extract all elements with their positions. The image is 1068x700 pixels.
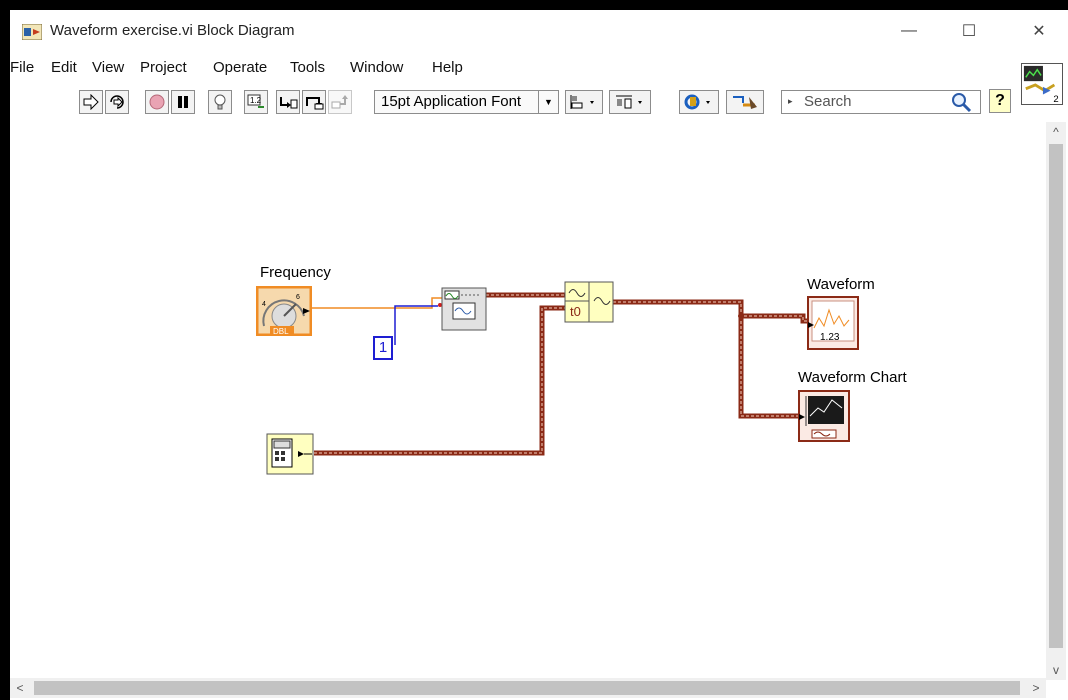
- search-expand-icon: ▸: [788, 96, 793, 106]
- search-placeholder: Search: [804, 93, 852, 110]
- step-out-icon: [331, 95, 348, 109]
- t0-label: t0: [570, 304, 581, 319]
- window-title: Waveform exercise.vi Block Diagram: [50, 22, 295, 39]
- distribute-objects-icon: [616, 95, 642, 109]
- reorder-button[interactable]: [679, 90, 719, 114]
- clean-up-diagram-button[interactable]: [726, 90, 764, 114]
- retain-wire-values-button[interactable]: 1.2: [244, 90, 268, 114]
- dropdown-arrow-icon: ▼: [538, 91, 558, 113]
- abort-button[interactable]: [145, 90, 169, 114]
- context-help-button[interactable]: ?: [989, 89, 1011, 113]
- align-objects-icon: [570, 95, 594, 109]
- step-into-icon: [280, 97, 298, 109]
- sine-waveform-node[interactable]: [441, 287, 487, 331]
- frequency-label: Frequency: [260, 264, 331, 281]
- menu-edit[interactable]: Edit: [51, 56, 77, 80]
- menu-operate[interactable]: Operate: [213, 56, 267, 80]
- highlight-execution-button[interactable]: [208, 90, 232, 114]
- menu-view[interactable]: View: [92, 56, 124, 80]
- horizontal-scrollbar[interactable]: < >: [10, 678, 1046, 698]
- numeric-constant[interactable]: 1: [373, 336, 393, 360]
- svg-text:4: 4: [262, 301, 266, 308]
- vertical-scrollbar[interactable]: ^ v: [1046, 122, 1066, 680]
- maximize-button[interactable]: ☐: [946, 16, 992, 46]
- wire-junction: [738, 313, 744, 319]
- retain-wire-values-icon: 1.2: [247, 94, 264, 108]
- menu-help[interactable]: Help: [432, 56, 463, 80]
- horizontal-scroll-thumb[interactable]: [34, 681, 1020, 695]
- pause-button[interactable]: [171, 90, 195, 114]
- run-arrow-icon: [83, 94, 99, 110]
- waveform-label: Waveform: [807, 276, 875, 293]
- timestamp-wire[interactable]: [314, 305, 565, 456]
- vi-icon: [22, 24, 42, 40]
- run-continuously-button[interactable]: [105, 90, 129, 114]
- distribute-objects-button[interactable]: [609, 90, 651, 114]
- menu-tools[interactable]: Tools: [290, 56, 325, 80]
- title-bar: Waveform exercise.vi Block Diagram — ☐ ✕: [10, 10, 1068, 50]
- scroll-right-icon[interactable]: >: [1026, 678, 1046, 698]
- get-date-time-node[interactable]: [266, 433, 314, 475]
- menu-file[interactable]: File: [10, 56, 34, 80]
- scroll-up-icon[interactable]: ^: [1046, 122, 1066, 142]
- scroll-down-icon[interactable]: v: [1046, 660, 1066, 680]
- clean-up-diagram-icon: [733, 96, 757, 109]
- text-settings-dropdown[interactable]: 15pt Application Font ▼: [374, 90, 559, 114]
- labview-window: Waveform exercise.vi Block Diagram — ☐ ✕…: [10, 10, 1068, 700]
- step-out-button[interactable]: [328, 90, 352, 114]
- block-diagram-canvas[interactable]: Frequency 4 6 DBL 1 t0 Waveform 1.23 Wav…: [10, 120, 1045, 680]
- reorder-icon: [684, 94, 710, 110]
- vertical-scroll-thumb[interactable]: [1049, 144, 1063, 648]
- waveform-chart-terminal[interactable]: [798, 390, 850, 442]
- menu-project[interactable]: Project: [140, 56, 187, 80]
- waveform-wire-3[interactable]: [738, 316, 802, 419]
- step-over-icon: [306, 97, 324, 110]
- frequency-type: DBL: [273, 327, 289, 336]
- font-setting-value: 15pt Application Font: [381, 93, 522, 110]
- menu-bar: File Edit View Project Operate Tools Win…: [10, 56, 1010, 80]
- waveform-indicator-terminal[interactable]: 1.23: [807, 296, 859, 350]
- align-objects-button[interactable]: [565, 90, 603, 114]
- build-waveform-node[interactable]: t0: [564, 281, 614, 323]
- menu-window[interactable]: Window: [350, 56, 403, 80]
- waveform-terminal-value: 1.23: [820, 332, 840, 343]
- connector-pane-icon[interactable]: 2: [1021, 63, 1063, 105]
- step-into-button[interactable]: [276, 90, 300, 114]
- run-button[interactable]: [79, 90, 103, 114]
- pause-icon: [178, 96, 188, 108]
- waveform-wire-2[interactable]: [613, 299, 808, 324]
- close-button[interactable]: ✕: [1016, 16, 1062, 46]
- lightbulb-icon: [214, 94, 226, 110]
- frequency-knob-terminal[interactable]: 4 6 DBL: [256, 286, 312, 336]
- svg-text:6: 6: [296, 294, 300, 301]
- wires-layer: [310, 292, 808, 456]
- step-over-button[interactable]: [302, 90, 326, 114]
- abort-icon: [149, 94, 165, 110]
- waveform-chart-label: Waveform Chart: [798, 369, 907, 386]
- svg-text:1.2: 1.2: [250, 96, 262, 105]
- search-icon[interactable]: [950, 91, 972, 113]
- toolbar: 1.2 15pt Application Font ▼ ▸ Search ?: [10, 86, 1018, 116]
- scroll-left-icon[interactable]: <: [10, 678, 30, 698]
- connector-number: 2: [1053, 94, 1058, 105]
- constant-wire[interactable]: [394, 305, 438, 345]
- run-continuously-icon: [110, 95, 124, 109]
- minimize-button[interactable]: —: [886, 16, 932, 46]
